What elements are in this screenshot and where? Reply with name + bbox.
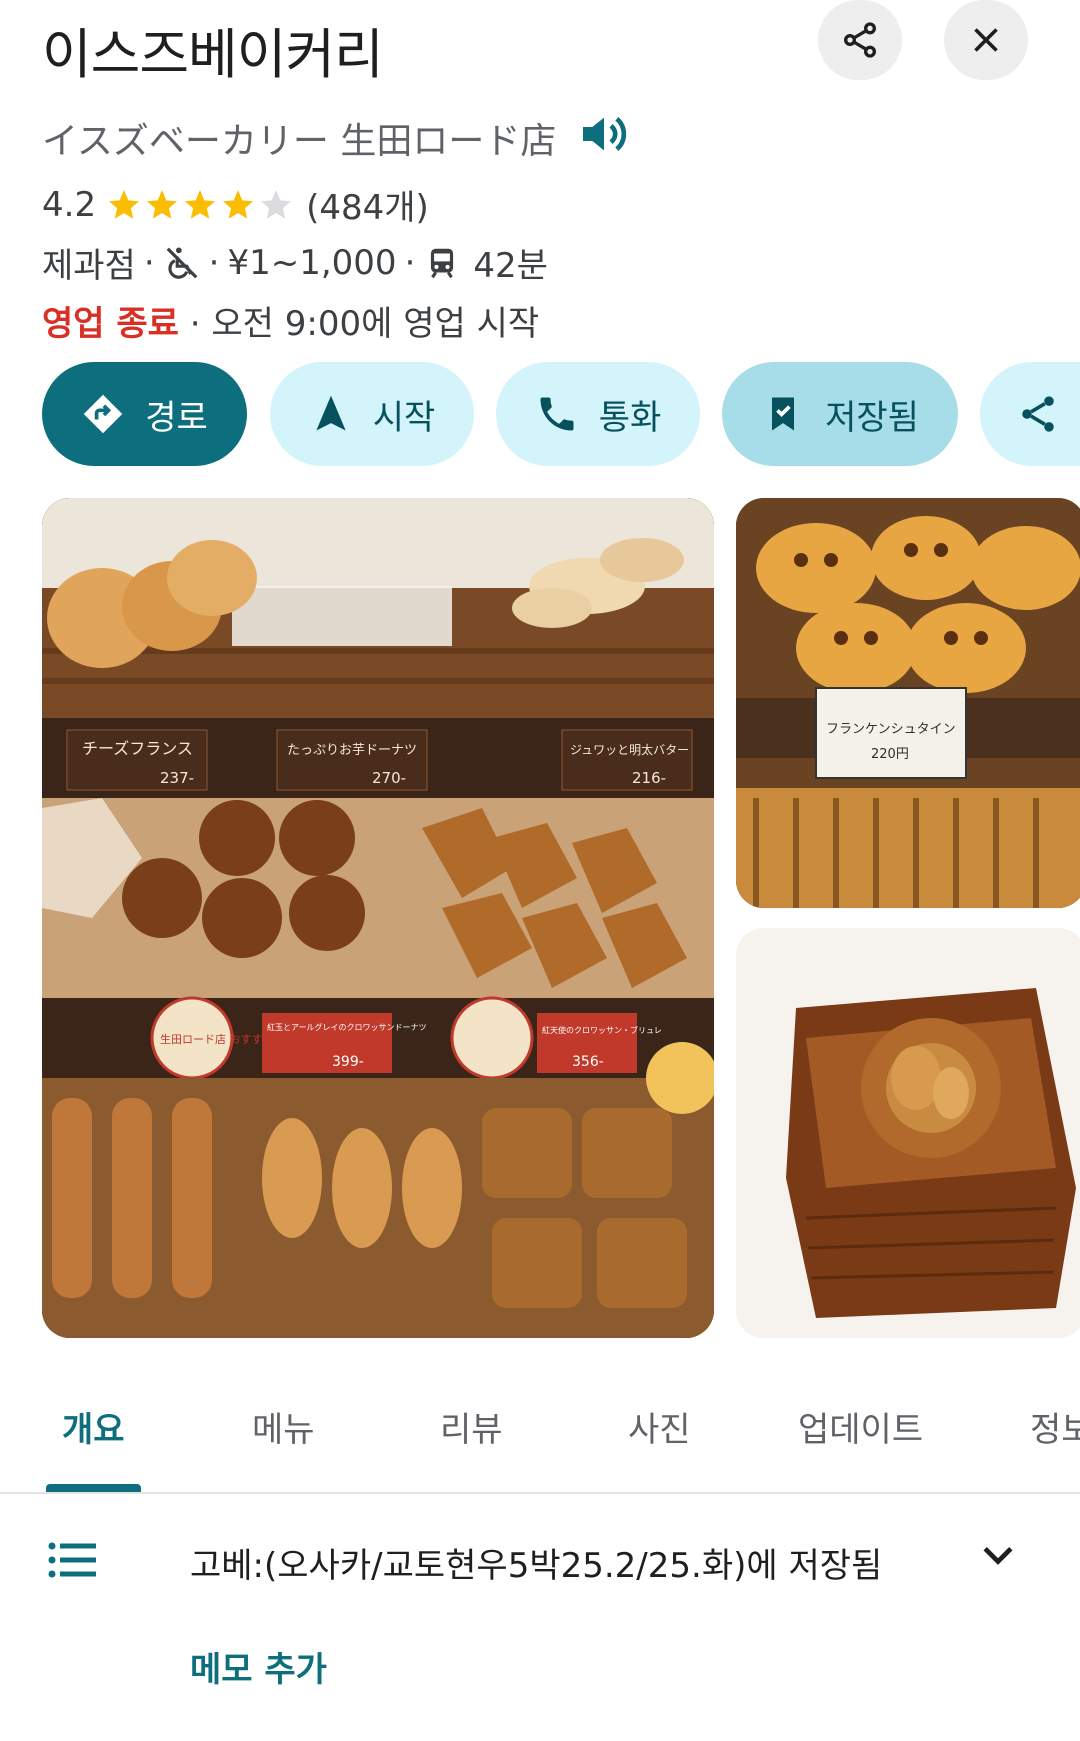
rating-row[interactable]: 4.2 (484개) (42, 180, 429, 229)
phone-icon (540, 397, 574, 431)
label-sweet-potato-donut: たっぷりお芋ドーナツ (287, 743, 417, 758)
directions-icon (83, 394, 123, 434)
pastry-image (736, 928, 1080, 1338)
saved-list-row[interactable]: 고베:(오사카/교토현우5박25.2/25.화)에 저장됨 (0, 1496, 1080, 1636)
call-label: 통화 (598, 397, 662, 438)
price-range: ¥1~1,000 (227, 242, 397, 283)
place-subtitle: イスズベーカリー 生田ロード店 (42, 121, 557, 162)
pumpkin-bread-image: フランケンシュタイン 220円 (736, 498, 1080, 908)
share-icon (844, 22, 876, 58)
saved-list-text: 고베:(오사카/교토현우5박25.2/25.화)에 저장됨 (190, 1546, 883, 1586)
rating-value: 4.2 (42, 184, 97, 225)
star-full-icon (109, 189, 140, 219)
main-photo[interactable]: チーズフランス 237- たっぷりお芋ドーナツ 270- ジュワッと明太バター … (42, 498, 714, 1338)
price-frankenstein: 220円 (871, 747, 909, 762)
place-header: 이스즈베이커리 (0, 0, 1080, 110)
closed-label: 영업 종료 (42, 304, 179, 344)
review-count: (484개) (306, 188, 429, 228)
share-chip-button[interactable] (980, 362, 1080, 466)
label-mentai-butter: ジュワッと明太バター (570, 742, 689, 757)
start-navigation-button[interactable]: 시작 (270, 362, 474, 466)
label-frankenstein: フランケンシュタイン (826, 722, 956, 737)
meta-row: 제과점 · · ¥1~1,000 · 42분 (42, 238, 548, 287)
tab-bar: 개요 메뉴 리뷰 사진 업데이트 정보 (0, 1372, 1080, 1494)
saved-button[interactable]: 저장됨 (722, 362, 958, 466)
star-full-icon (185, 189, 216, 219)
no-wheelchair-icon (166, 246, 198, 279)
directions-button[interactable]: 경로 (42, 362, 247, 466)
tab-about[interactable]: 정보 (1030, 1402, 1080, 1451)
price-croissant-brulee: 356- (572, 1054, 604, 1070)
chevron-down-icon[interactable] (976, 1534, 1020, 1578)
transit-time: 42분 (473, 246, 548, 286)
add-note-link[interactable]: 메모 추가 (190, 1642, 327, 1691)
call-button[interactable]: 통화 (496, 362, 700, 466)
price-croissant-donut: 399- (332, 1054, 364, 1070)
directions-label: 경로 (145, 397, 208, 438)
active-tab-indicator (46, 1484, 141, 1492)
opening-time: · 오전 9:00에 영업 시작 (189, 304, 540, 344)
star-full-icon (223, 189, 254, 219)
share-icon (1022, 396, 1054, 432)
price-sweet-potato-donut: 270- (372, 769, 406, 787)
tab-reviews[interactable]: 리뷰 (440, 1402, 503, 1451)
photo-thumbnail-2[interactable]: フランケンシュタイン 220円 (736, 498, 1080, 908)
photo-gallery: チーズフランス 237- たっぷりお芋ドーナツ 270- ジュワッと明太バター … (42, 498, 1080, 1338)
star-rating (106, 187, 296, 223)
action-chips: 경로 시작 통화 저장됨 (42, 362, 1080, 466)
list-icon (48, 1542, 96, 1578)
tab-updates[interactable]: 업데이트 (798, 1402, 923, 1451)
close-icon (974, 28, 998, 52)
price-cheese-france: 237- (160, 769, 194, 787)
start-label: 시작 (372, 397, 436, 438)
photo-thumbnail-3[interactable] (736, 928, 1080, 1338)
train-icon (431, 248, 454, 278)
saved-label: 저장됨 (825, 397, 919, 438)
place-title: 이스즈베이커리 (42, 23, 384, 86)
speaker-icon[interactable] (576, 106, 632, 162)
tab-overview[interactable]: 개요 (62, 1402, 125, 1451)
star-empty-icon (261, 189, 292, 219)
bakery-display-image: チーズフランス 237- たっぷりお芋ドーナツ 270- ジュワッと明太バター … (42, 498, 714, 1338)
label-cheese-france: チーズフランス (82, 739, 193, 758)
navigation-arrow-icon (316, 395, 346, 431)
category: 제과점 (42, 246, 136, 286)
share-button[interactable] (818, 0, 902, 80)
star-full-icon (147, 189, 178, 219)
label-croissant-brulee: 紅天使のクロワッサン・ブリュレ (542, 1025, 662, 1035)
bookmark-check-icon (772, 397, 795, 431)
label-croissant-donut: 紅玉とアールグレイのクロワッサンドーナツ (267, 1022, 427, 1032)
price-mentai-butter: 216- (632, 769, 666, 787)
close-button[interactable] (944, 0, 1028, 80)
tab-photos[interactable]: 사진 (628, 1402, 691, 1451)
label-recommend-1: 生田ロード店 おすすめ (160, 1032, 274, 1046)
open-status[interactable]: 영업 종료 · 오전 9:00에 영업 시작 (42, 296, 539, 345)
tab-menu[interactable]: 메뉴 (252, 1402, 315, 1451)
